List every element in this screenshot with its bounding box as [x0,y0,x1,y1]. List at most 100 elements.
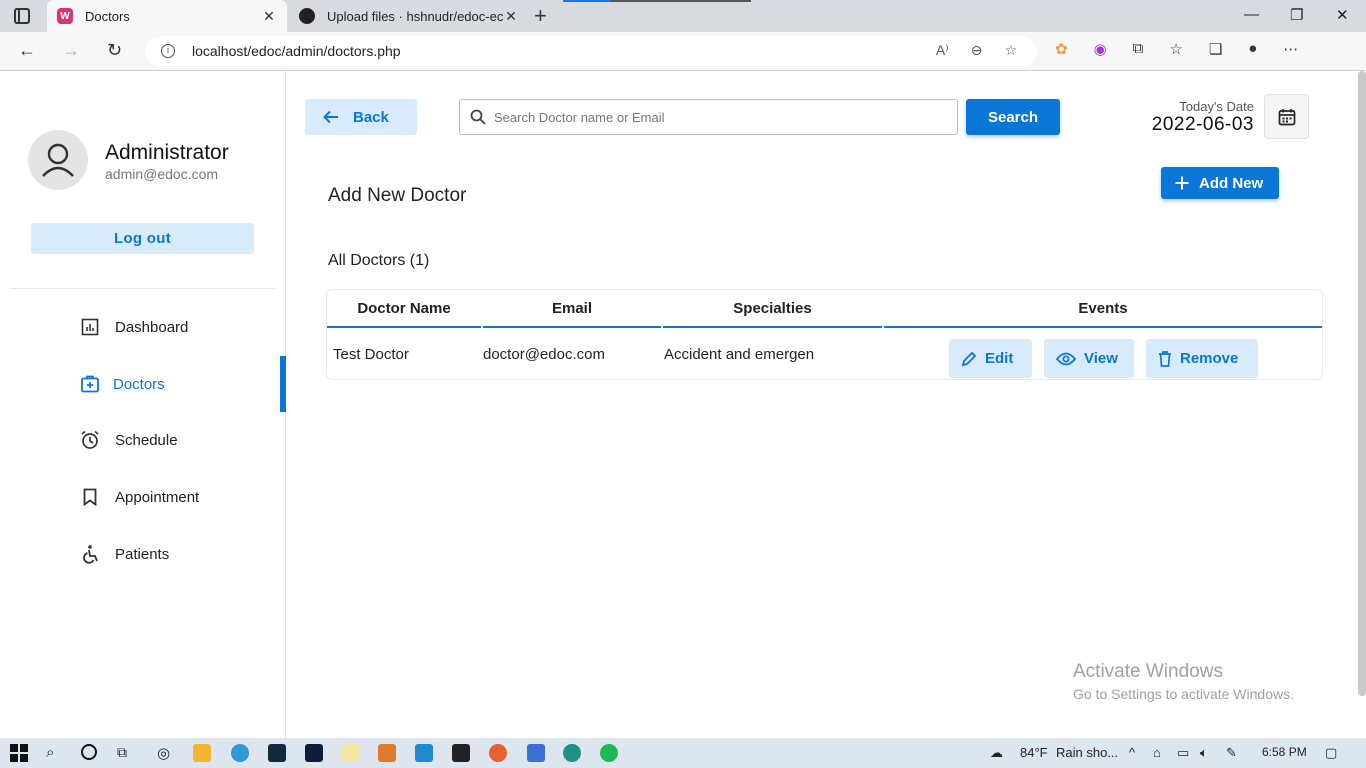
photoshop-icon[interactable] [305,744,323,762]
media-indicator [611,0,751,2]
plus-icon [1175,176,1189,190]
url-field[interactable]: i localhost/edoc/admin/doctors.php A⁾ ⊖ … [145,36,1037,66]
forward-arrow-icon[interactable]: → [62,40,80,61]
refresh-icon[interactable]: ↻ [107,40,122,61]
list-title: All Doctors (1) [328,252,430,269]
search-button[interactable]: Search [966,99,1060,135]
app-icon[interactable] [527,744,545,762]
taskbar: ⌕ ⧉ ◎ ☁ 84°F Rain sho... ^ ⌂ ▭ 🔈︎ ✎ 6:58… [0,738,1366,768]
lightroom-icon[interactable] [268,744,286,762]
notepad-icon[interactable] [342,744,360,762]
extension-broadcast-icon[interactable]: ◉ [1094,40,1107,58]
collections-icon[interactable]: ❏ [1209,40,1222,58]
extension-color-icon[interactable]: ✿ [1055,40,1068,58]
restore-icon[interactable]: ❐ [1290,6,1303,24]
vscode-icon[interactable] [415,744,433,762]
sidebar-item-appointment[interactable]: Appointment [0,469,286,525]
file-explorer-icon[interactable] [193,744,211,762]
sidebar-item-label: Doctors [113,375,165,393]
doctors-table: Doctor Name Email Specialties Events Tes… [326,289,1323,380]
new-tab-icon[interactable]: + [534,3,547,29]
notification-icon[interactable]: ▢ [1325,745,1337,761]
add-new-button[interactable]: Add New [1161,167,1279,199]
app-icon[interactable] [231,744,249,762]
tab-upload-files[interactable]: Upload files · hshnudr/edoc-echa ✕ [289,0,529,32]
profile-name: Administrator [105,141,229,164]
sidebar-item-dashboard[interactable]: Dashboard [0,299,286,355]
cortana-icon[interactable] [81,744,97,760]
clock-icon [80,430,100,450]
cell-specialty: Accident and emergen [664,346,815,363]
column-header-doctor-name: Doctor Name [327,290,481,328]
active-indicator [280,356,286,412]
dashboard-icon [80,317,100,337]
github-favicon-icon [299,8,315,24]
column-header-specialties: Specialties [663,290,882,328]
volume-icon[interactable]: 🔈︎ [1200,745,1208,761]
trash-icon [1159,350,1171,367]
close-tab-icon[interactable]: ✕ [261,8,277,25]
back-button[interactable]: Back [305,99,417,135]
sidebar-item-schedule[interactable]: Schedule [0,412,286,468]
firefox-icon[interactable] [489,744,507,762]
view-button[interactable]: View [1044,339,1134,378]
task-view-icon[interactable]: ⧉ [117,744,135,762]
settings-icon[interactable]: ◎ [157,744,175,762]
weather-temp[interactable]: 84°F [1020,745,1048,760]
network-icon[interactable]: ⌂ [1153,745,1161,760]
page-scrollbar[interactable] [1358,71,1366,696]
arrow-left-icon [323,110,338,124]
weather-desc[interactable]: Rain sho... [1056,745,1118,760]
search-field[interactable] [459,99,958,135]
chevron-up-icon[interactable]: ^ [1129,745,1135,760]
minimize-icon[interactable]: — [1244,6,1259,23]
tab-doctors[interactable]: W Doctors ✕ [47,0,287,32]
read-aloud-icon[interactable]: A⁾ [936,42,949,59]
browser-address-bar: ← → ↻ i localhost/edoc/admin/doctors.php… [0,32,1366,71]
calendar-button[interactable] [1264,94,1309,139]
tab-actions-icon[interactable] [14,8,30,24]
remove-button[interactable]: Remove [1146,339,1258,378]
close-tab-icon[interactable]: ✕ [503,8,519,25]
favorite-add-icon[interactable]: ☆ [1004,42,1017,59]
pen-icon[interactable]: ✎ [1226,745,1237,761]
page-title: Add New Doctor [328,185,467,206]
remove-label: Remove [1180,350,1239,367]
terminal-icon[interactable] [452,744,470,762]
activate-windows-title: Activate Windows [1073,661,1223,682]
divider [10,288,276,289]
sidebar-item-label: Dashboard [115,318,189,336]
site-info-icon[interactable]: i [161,44,175,58]
avatar [28,130,88,190]
media-indicator [563,0,611,2]
wamp-favicon-icon: W [57,8,73,24]
doctor-icon [80,374,100,394]
zoom-icon[interactable]: ⊖ [971,42,983,59]
windows-start-icon[interactable] [10,744,28,762]
spotify-icon[interactable] [600,744,618,762]
main-content: Back Search Today's Date 2022-06-03 Add … [287,71,1366,738]
back-arrow-icon[interactable]: ← [18,40,36,61]
weather-icon[interactable]: ☁ [990,745,1003,761]
column-header-events: Events [884,290,1322,328]
url-text: localhost/edoc/admin/doctors.php [192,43,401,59]
view-label: View [1084,350,1118,367]
date-label: Today's Date [1179,99,1254,114]
edit-label: Edit [985,350,1014,367]
edge-icon[interactable] [563,744,581,762]
search-icon[interactable]: ⌕ [46,744,64,762]
extensions-icon[interactable]: ⧉ [1133,40,1144,58]
display-icon[interactable]: ▭ [1177,745,1189,761]
sublime-icon[interactable] [378,744,396,762]
sidebar-item-patients[interactable]: Patients [0,526,286,582]
edit-button[interactable]: Edit [949,339,1032,378]
more-menu-icon[interactable]: ⋯ [1283,40,1298,58]
sidebar-item-doctors[interactable]: Doctors [0,356,286,412]
clock-time[interactable]: 6:58 PM [1262,745,1307,759]
favorites-icon[interactable]: ☆ [1169,40,1182,58]
search-input[interactable] [494,109,934,125]
bookmark-icon [80,487,100,507]
close-window-icon[interactable]: ✕ [1336,6,1349,24]
profile-avatar-icon[interactable]: ● [1248,40,1257,58]
logout-button[interactable]: Log out [31,223,254,254]
